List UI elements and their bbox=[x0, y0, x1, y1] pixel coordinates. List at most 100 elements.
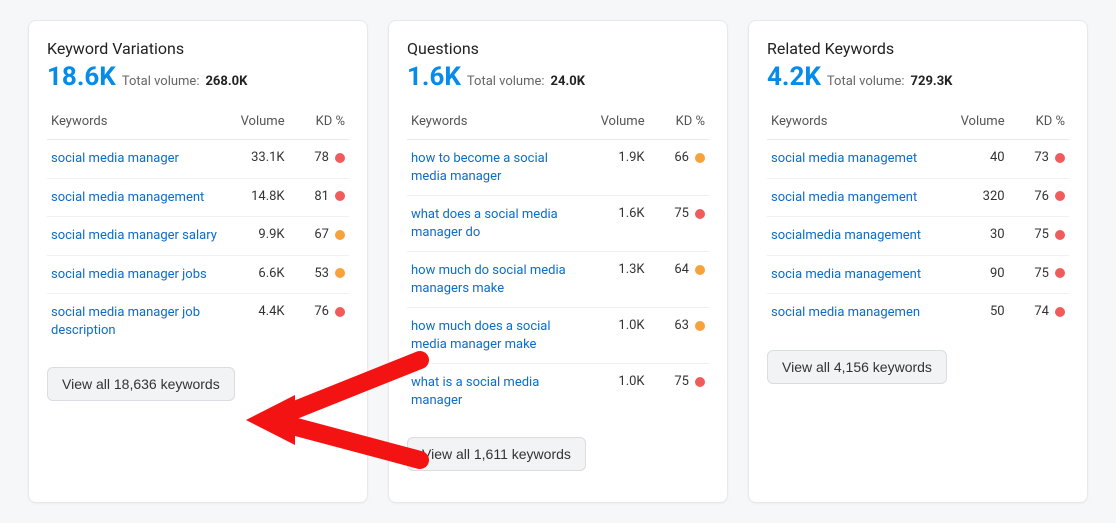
kd-value: 67 bbox=[314, 227, 329, 242]
volume-cell: 40 bbox=[942, 140, 1008, 179]
col-header-volume: Volume bbox=[582, 104, 648, 140]
volume-cell: 90 bbox=[942, 255, 1008, 294]
keyword-link[interactable]: social media managemen bbox=[771, 304, 920, 322]
table-row: social media managemet 40 73 bbox=[767, 140, 1069, 179]
kd-dot-icon bbox=[1055, 307, 1065, 317]
kd-value: 75 bbox=[1034, 266, 1049, 281]
keyword-link[interactable]: social media management bbox=[51, 189, 204, 207]
col-header-volume: Volume bbox=[222, 104, 288, 140]
volume-cell: 9.9K bbox=[222, 217, 288, 256]
kd-dot-icon bbox=[695, 377, 705, 387]
keyword-link[interactable]: social media managemet bbox=[771, 150, 917, 168]
kd-value: 75 bbox=[1034, 227, 1049, 242]
keyword-link[interactable]: social media manager bbox=[51, 150, 179, 168]
col-header-keywords: Keywords bbox=[407, 104, 582, 140]
kd-value: 75 bbox=[674, 206, 689, 221]
view-all-button[interactable]: View all 18,636 keywords bbox=[47, 367, 235, 401]
keyword-count: 4.2K bbox=[767, 62, 821, 92]
view-all-button[interactable]: View all 4,156 keywords bbox=[767, 350, 947, 384]
kd-cell: 64 bbox=[649, 252, 709, 308]
card-stat-row: 18.6K Total volume: 268.0K bbox=[47, 62, 349, 92]
volume-cell: 50 bbox=[942, 294, 1008, 332]
kd-dot-icon bbox=[1055, 153, 1065, 163]
kd-cell: 53 bbox=[289, 255, 349, 294]
kd-value: 74 bbox=[1034, 304, 1049, 319]
volume-cell: 1.0K bbox=[582, 308, 648, 364]
kd-cell: 75 bbox=[1009, 255, 1069, 294]
kd-dot-icon bbox=[695, 209, 705, 219]
card-stat-row: 1.6K Total volume: 24.0K bbox=[407, 62, 709, 92]
volume-cell: 6.6K bbox=[222, 255, 288, 294]
volume-cell: 4.4K bbox=[222, 294, 288, 350]
keyword-count: 18.6K bbox=[47, 62, 116, 92]
keyword-link[interactable]: how much do social media managers make bbox=[411, 262, 578, 297]
table-row: socialmedia management 30 75 bbox=[767, 217, 1069, 256]
keyword-link[interactable]: how much does a social media manager mak… bbox=[411, 318, 578, 353]
keyword-table: Keywords Volume KD % social media manage… bbox=[767, 104, 1069, 332]
table-row: social media manager jobs 6.6K 53 bbox=[47, 255, 349, 294]
total-volume-label: Total volume: bbox=[467, 74, 545, 89]
kd-value: 66 bbox=[674, 150, 689, 165]
view-all-button[interactable]: View all 1,611 keywords bbox=[407, 437, 586, 471]
volume-cell: 14.8K bbox=[222, 178, 288, 217]
total-volume-label: Total volume: bbox=[122, 74, 200, 89]
kd-value: 76 bbox=[314, 304, 329, 319]
col-header-keywords: Keywords bbox=[47, 104, 222, 140]
table-row: social media management 14.8K 81 bbox=[47, 178, 349, 217]
keyword-link[interactable]: what is a social media manager bbox=[411, 374, 578, 409]
kd-cell: 75 bbox=[1009, 217, 1069, 256]
kd-cell: 63 bbox=[649, 308, 709, 364]
card-stat-row: 4.2K Total volume: 729.3K bbox=[767, 62, 1069, 92]
kd-dot-icon bbox=[695, 153, 705, 163]
keyword-variations-card: Keyword Variations 18.6K Total volume: 2… bbox=[28, 20, 368, 503]
kd-cell: 81 bbox=[289, 178, 349, 217]
table-row: social media manager job description 4.4… bbox=[47, 294, 349, 350]
card-title: Questions bbox=[407, 39, 709, 58]
total-volume-label: Total volume: bbox=[827, 74, 905, 89]
kd-cell: 73 bbox=[1009, 140, 1069, 179]
kd-dot-icon bbox=[335, 268, 345, 278]
keyword-link[interactable]: what does a social media manager do bbox=[411, 206, 578, 241]
table-row: how much do social media managers make 1… bbox=[407, 252, 709, 308]
kd-value: 53 bbox=[314, 266, 329, 281]
kd-dot-icon bbox=[1055, 268, 1065, 278]
kd-cell: 66 bbox=[649, 140, 709, 196]
kd-value: 76 bbox=[1034, 189, 1049, 204]
total-volume-value: 729.3K bbox=[911, 74, 953, 89]
kd-cell: 74 bbox=[1009, 294, 1069, 332]
col-header-kd: KD % bbox=[289, 104, 349, 140]
table-row: social media manager salary 9.9K 67 bbox=[47, 217, 349, 256]
keyword-table: Keywords Volume KD % social media manage… bbox=[47, 104, 349, 349]
col-header-kd: KD % bbox=[649, 104, 709, 140]
keyword-link[interactable]: socialmedia management bbox=[771, 227, 921, 245]
kd-cell: 75 bbox=[649, 196, 709, 252]
volume-cell: 1.9K bbox=[582, 140, 648, 196]
kd-dot-icon bbox=[695, 321, 705, 331]
col-header-volume: Volume bbox=[942, 104, 1008, 140]
related-keywords-card: Related Keywords 4.2K Total volume: 729.… bbox=[748, 20, 1088, 503]
volume-cell: 1.0K bbox=[582, 364, 648, 420]
table-row: socia media management 90 75 bbox=[767, 255, 1069, 294]
volume-cell: 1.3K bbox=[582, 252, 648, 308]
kd-value: 63 bbox=[674, 318, 689, 333]
table-row: how to become a social media manager 1.9… bbox=[407, 140, 709, 196]
kd-dot-icon bbox=[335, 307, 345, 317]
kd-cell: 76 bbox=[289, 294, 349, 350]
volume-cell: 33.1K bbox=[222, 140, 288, 179]
col-header-kd: KD % bbox=[1009, 104, 1069, 140]
keyword-link[interactable]: social media manager jobs bbox=[51, 266, 207, 284]
keyword-link[interactable]: social media manager job description bbox=[51, 304, 218, 339]
keyword-link[interactable]: social media manager salary bbox=[51, 227, 217, 245]
keyword-link[interactable]: social media mangement bbox=[771, 189, 917, 207]
keyword-link[interactable]: socia media management bbox=[771, 266, 921, 284]
kd-value: 64 bbox=[674, 262, 689, 277]
kd-value: 73 bbox=[1034, 150, 1049, 165]
kd-dot-icon bbox=[695, 265, 705, 275]
kd-value: 75 bbox=[674, 374, 689, 389]
volume-cell: 1.6K bbox=[582, 196, 648, 252]
volume-cell: 320 bbox=[942, 178, 1008, 217]
keyword-link[interactable]: how to become a social media manager bbox=[411, 150, 578, 185]
kd-dot-icon bbox=[335, 191, 345, 201]
kd-value: 81 bbox=[314, 189, 329, 204]
total-volume-value: 24.0K bbox=[551, 74, 585, 89]
